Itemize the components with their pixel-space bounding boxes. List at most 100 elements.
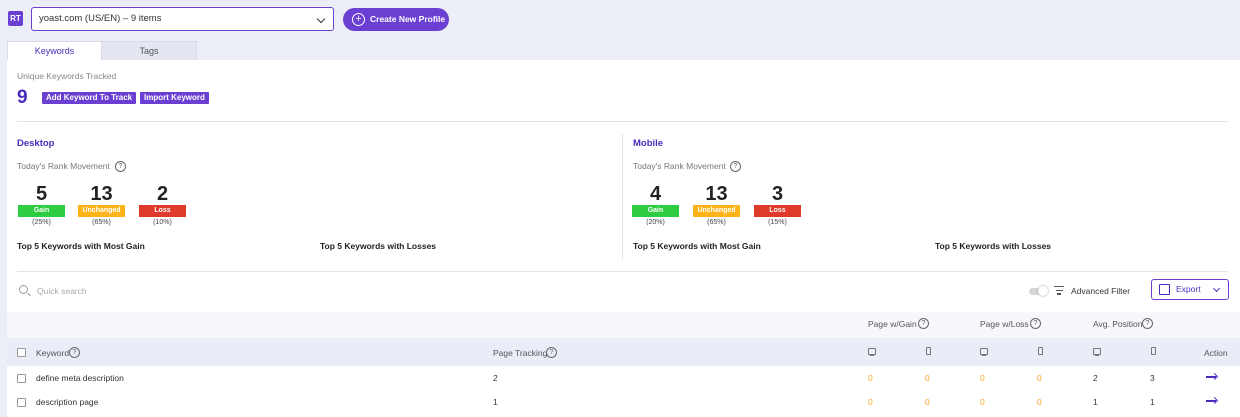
page-tracking-header[interactable]: Page Tracking <box>493 348 547 358</box>
gain-mobile-cell: 0 <box>925 397 930 407</box>
import-keyword-button[interactable]: Import Keyword <box>140 92 209 104</box>
page-loss-header: Page w/Loss <box>980 319 1029 329</box>
desktop-gain-pct: (25%) <box>32 219 51 226</box>
mobile-gain-badge: Gain <box>632 205 679 217</box>
desktop-gain-stat: 5 Gain (25%) <box>18 184 65 226</box>
arrow-right-icon[interactable] <box>1206 376 1216 378</box>
help-icon[interactable]: ? <box>1142 318 1153 329</box>
gain-desktop-cell: 0 <box>868 373 873 383</box>
desktop-gain-value: 5 <box>35 183 48 205</box>
export-button[interactable]: Export <box>1151 279 1229 300</box>
create-profile-button[interactable]: + Create New Profile <box>343 8 449 31</box>
mobile-unchanged-pct: (65%) <box>707 219 726 226</box>
table-row[interactable]: description page 1 0 0 0 0 1 1 <box>7 390 1240 414</box>
mobile-loss-stat: 3 Loss (15%) <box>754 184 801 226</box>
gain-mobile-cell: 0 <box>925 373 930 383</box>
help-icon[interactable]: ? <box>546 347 557 358</box>
advanced-filter-button[interactable]: Advanced Filter <box>1071 286 1130 296</box>
desktop-icon <box>868 348 876 356</box>
desktop-unchanged-badge: Unchanged <box>78 205 125 217</box>
desktop-gain-badge: Gain <box>18 205 65 217</box>
row-checkbox[interactable] <box>17 398 26 407</box>
mobile-unchanged-value: 13 <box>705 183 728 205</box>
unique-keywords-count: 9 <box>17 87 28 108</box>
page-tracking-cell: 2 <box>493 373 498 383</box>
section-divider <box>622 134 623 260</box>
mobile-top-loss-label: Top 5 Keywords with Losses <box>935 241 1052 251</box>
arrow-right-icon[interactable] <box>1206 400 1216 402</box>
mobile-movement-label: Today's Rank Movement <box>633 161 726 171</box>
divider <box>17 121 1228 122</box>
tab-keywords[interactable]: Keywords <box>7 41 102 60</box>
search-icon <box>19 285 28 294</box>
desktop-top-gain-label: Top 5 Keywords with Most Gain <box>17 241 145 251</box>
profile-select-value: yoast.com (US/EN) – 9 items <box>39 13 162 24</box>
mobile-loss-badge: Loss <box>754 205 801 217</box>
tab-tags[interactable]: Tags <box>102 41 197 60</box>
loss-desktop-cell: 0 <box>980 397 985 407</box>
mobile-icon <box>1151 347 1156 355</box>
help-icon[interactable]: ? <box>730 161 741 172</box>
help-icon[interactable]: ? <box>918 318 929 329</box>
desktop-loss-badge: Loss <box>139 205 186 217</box>
divider <box>17 271 1228 272</box>
page-gain-header: Page w/Gain <box>868 319 917 329</box>
export-label: Export <box>1176 284 1201 294</box>
loss-mobile-cell: 0 <box>1037 373 1042 383</box>
filter-toggle[interactable] <box>1029 286 1048 296</box>
mobile-icon <box>1038 347 1043 355</box>
desktop-movement-label: Today's Rank Movement <box>17 161 110 171</box>
desktop-loss-pct: (10%) <box>153 219 172 226</box>
select-all-checkbox[interactable] <box>17 348 26 357</box>
desktop-icon <box>980 348 988 356</box>
loss-desktop-cell: 0 <box>980 373 985 383</box>
add-keyword-button[interactable]: Add Keyword To Track <box>42 92 137 104</box>
avg-desktop-cell: 2 <box>1093 373 1098 383</box>
mobile-unchanged-badge: Unchanged <box>693 205 740 217</box>
mobile-gain-value: 4 <box>649 183 662 205</box>
profile-select[interactable]: yoast.com (US/EN) – 9 items <box>31 7 334 31</box>
help-icon[interactable]: ? <box>115 161 126 172</box>
chevron-down-icon <box>316 14 326 24</box>
mobile-unchanged-stat: 13 Unchanged (65%) <box>693 184 740 226</box>
mobile-top-gain-label: Top 5 Keywords with Most Gain <box>633 241 761 251</box>
mobile-gain-stat: 4 Gain (20%) <box>632 184 679 226</box>
avg-position-header: Avg. Position <box>1093 319 1143 329</box>
desktop-top-loss-label: Top 5 Keywords with Losses <box>320 241 437 251</box>
desktop-unchanged-value: 13 <box>90 183 113 205</box>
table-row[interactable]: define meta description 2 0 0 0 0 2 3 <box>7 366 1240 390</box>
row-checkbox[interactable] <box>17 374 26 383</box>
mobile-icon <box>926 347 931 355</box>
table-toolbar: Advanced Filter Export <box>7 279 1240 313</box>
filter-icon <box>1054 286 1064 296</box>
page-tracking-cell: 1 <box>493 397 498 407</box>
create-profile-label: Create New Profile <box>370 14 446 24</box>
desktop-icon <box>1093 348 1101 356</box>
desktop-loss-stat: 2 Loss (10%) <box>139 184 186 226</box>
mobile-loss-pct: (15%) <box>768 219 787 226</box>
avg-mobile-cell: 1 <box>1150 397 1155 407</box>
table-header: Keyword ? Page Tracking ? Action <box>7 338 1240 366</box>
mobile-loss-value: 3 <box>771 183 784 205</box>
avg-mobile-cell: 3 <box>1150 373 1155 383</box>
avg-desktop-cell: 1 <box>1093 397 1098 407</box>
keyword-cell[interactable]: define meta description <box>36 373 124 383</box>
loss-mobile-cell: 0 <box>1037 397 1042 407</box>
app-logo: RT <box>8 11 23 26</box>
keywords-panel: Unique Keywords Tracked 9 Add Keyword To… <box>7 60 1240 417</box>
external-link-icon <box>1159 284 1170 295</box>
action-header: Action <box>1204 348 1228 358</box>
keyword-cell[interactable]: description page <box>36 397 98 407</box>
help-icon[interactable]: ? <box>69 347 80 358</box>
unique-keywords-label: Unique Keywords Tracked <box>17 71 117 81</box>
desktop-unchanged-stat: 13 Unchanged (65%) <box>78 184 125 226</box>
top-bar: RT yoast.com (US/EN) – 9 items + Create … <box>0 0 1240 40</box>
keyword-header[interactable]: Keyword <box>36 348 69 358</box>
table-group-header: Page w/Gain ? Page w/Loss ? Avg. Positio… <box>7 312 1240 338</box>
gain-desktop-cell: 0 <box>868 397 873 407</box>
help-icon[interactable]: ? <box>1030 318 1041 329</box>
quick-search-input[interactable] <box>37 283 337 299</box>
desktop-title: Desktop <box>17 138 55 149</box>
chevron-down-icon <box>1212 284 1221 293</box>
plus-circle-icon: + <box>352 13 365 26</box>
